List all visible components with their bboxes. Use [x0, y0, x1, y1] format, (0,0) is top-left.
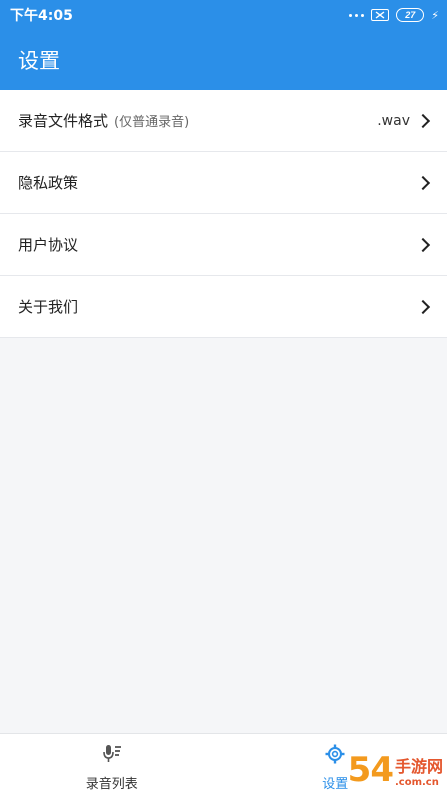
settings-item-privacy-policy[interactable]: 隐私政策 [0, 152, 447, 214]
settings-list: 录音文件格式 (仅普通录音) .wav 隐私政策 用户协议 关于我们 [0, 90, 447, 338]
status-icons: 27 ⚡ [349, 8, 439, 22]
chevron-right-icon [415, 237, 431, 252]
settings-item-value: .wav [377, 112, 410, 129]
battery-icon: 27 [396, 8, 425, 22]
settings-item-label: 用户协议 [18, 236, 79, 254]
settings-item-label: 关于我们 [18, 298, 79, 316]
tab-label: 录音列表 [85, 776, 138, 792]
settings-item-audio-format[interactable]: 录音文件格式 (仅普通录音) .wav [0, 90, 447, 152]
tab-recording-list[interactable]: 录音列表 [0, 734, 224, 800]
more-dots-icon [349, 13, 365, 17]
chevron-right-icon [415, 175, 431, 190]
app-bar: 设置 [0, 30, 447, 90]
settings-item-user-agreement[interactable]: 用户协议 [0, 214, 447, 276]
chevron-right-icon [415, 113, 431, 128]
chevron-right-icon [415, 299, 431, 314]
settings-item-about-us[interactable]: 关于我们 [0, 276, 447, 338]
gear-icon [324, 743, 346, 769]
settings-item-label: 录音文件格式 [18, 112, 109, 130]
mic-list-icon [101, 743, 123, 769]
charging-icon: ⚡ [431, 8, 439, 22]
bottom-nav: 录音列表 设置 [0, 733, 447, 800]
status-bar: 下午4:05 27 ⚡ [0, 0, 447, 30]
page-title: 设置 [18, 49, 60, 73]
settings-item-label: 隐私政策 [18, 174, 79, 192]
tab-settings[interactable]: 设置 [224, 734, 447, 800]
sim-icon [371, 9, 390, 21]
tab-label: 设置 [322, 776, 349, 792]
battery-level: 27 [405, 10, 416, 20]
settings-item-note: (仅普通录音) [114, 115, 190, 130]
status-time: 下午4:05 [10, 8, 73, 24]
